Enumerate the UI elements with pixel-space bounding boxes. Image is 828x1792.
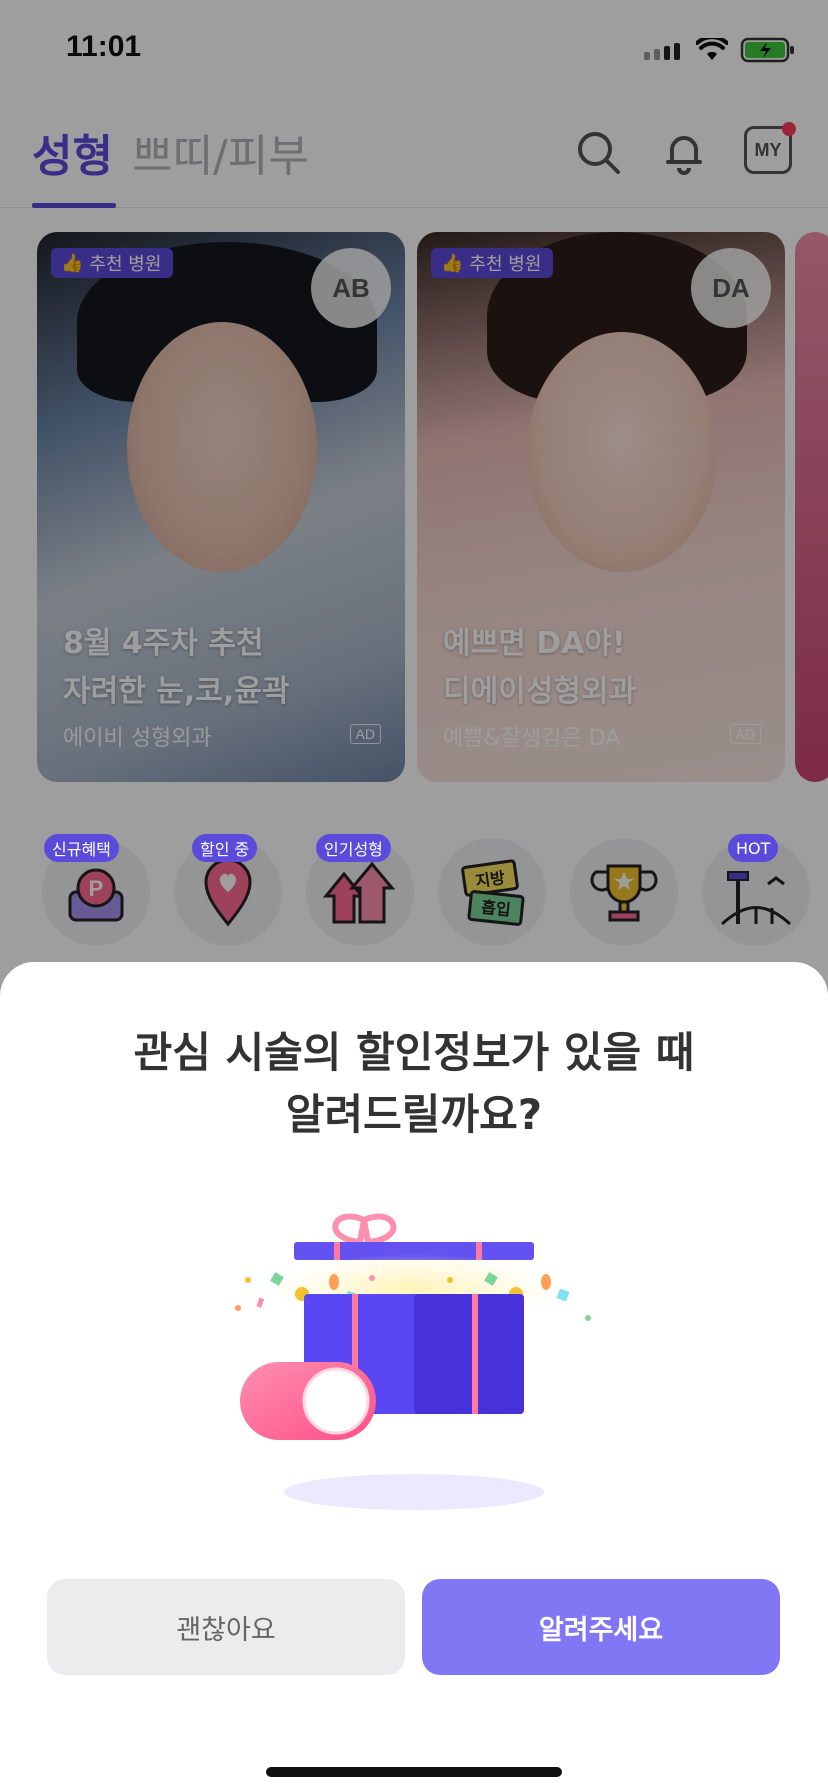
category-tag: HOT: [728, 834, 779, 862]
category-tag: 할인 중: [192, 834, 258, 862]
enable-notifications-button[interactable]: 알려주세요: [422, 1579, 780, 1675]
home-indicator[interactable]: [266, 1767, 562, 1777]
gift-box-illustration: [235, 1213, 591, 1510]
sheet-title-line: 알려드릴까요?: [285, 1090, 543, 1139]
category-tag: 신규혜택: [44, 834, 119, 862]
notification-permission-sheet: 관심 시술의 할인정보가 있을 때 알려드릴까요? 괜찮아요 알려주세요: [0, 962, 828, 1792]
category-tag: 인기성형: [316, 834, 391, 862]
sheet-title-line: 관심 시술의 할인정보가 있을 때: [133, 1028, 695, 1077]
decline-button[interactable]: 괜찮아요: [47, 1579, 405, 1675]
sheet-title: 관심 시술의 할인정보가 있을 때 알려드릴까요?: [0, 1022, 828, 1146]
